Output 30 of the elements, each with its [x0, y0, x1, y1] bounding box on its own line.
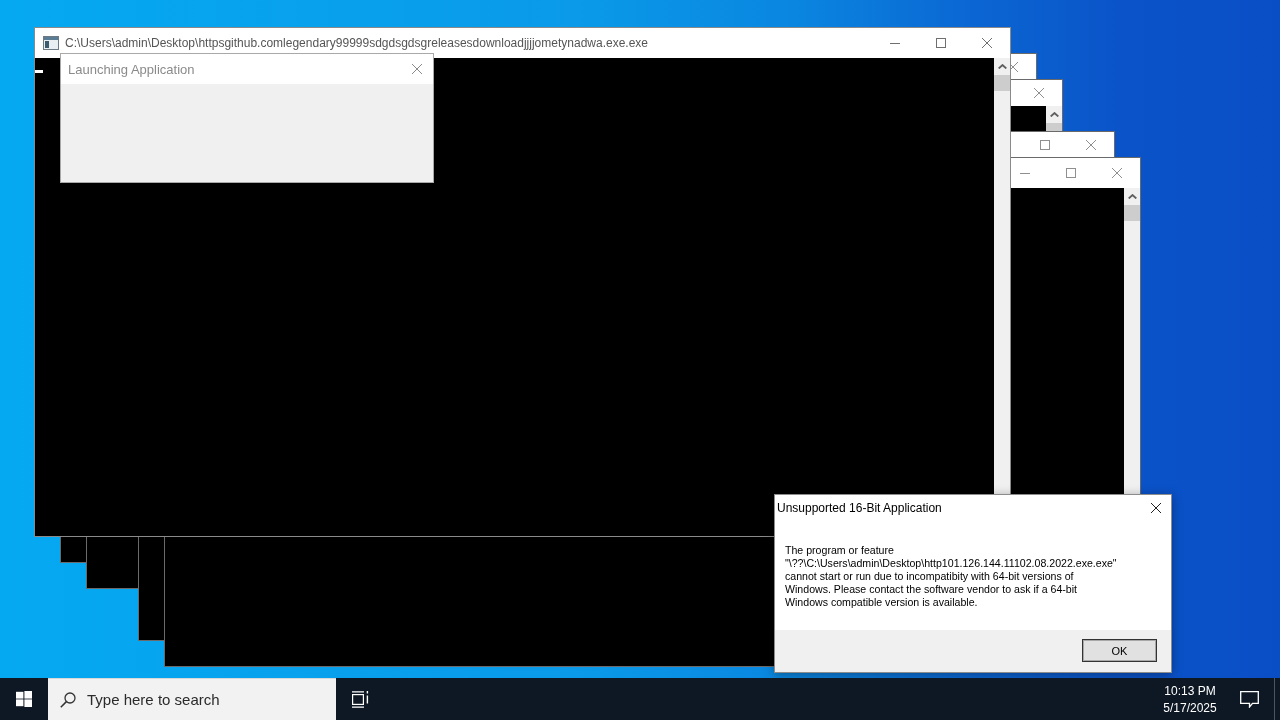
close-icon — [1112, 168, 1122, 178]
scrollbar-thumb[interactable] — [994, 75, 1010, 91]
console-window-icon — [43, 36, 59, 50]
maximize-icon[interactable] — [1040, 140, 1050, 150]
close-icon — [982, 38, 992, 48]
scroll-up-icon[interactable] — [997, 64, 1007, 69]
close-icon[interactable] — [1086, 140, 1096, 150]
scrollbar-thumb[interactable] — [1124, 205, 1140, 221]
windows-logo-icon — [16, 691, 32, 707]
scrollbar-thumb[interactable] — [1046, 123, 1062, 131]
dialog-title: Unsupported 16-Bit Application — [777, 501, 943, 515]
search-bar[interactable]: Type here to search — [48, 678, 336, 720]
minimize-icon — [890, 42, 900, 44]
scroll-up-icon[interactable] — [1049, 112, 1059, 117]
close-icon[interactable] — [1034, 88, 1044, 98]
search-icon — [60, 691, 76, 708]
task-view-icon — [351, 690, 369, 708]
maximize-icon — [936, 38, 946, 48]
notification-icon — [1239, 690, 1259, 708]
minimize-icon — [1020, 172, 1030, 174]
dialog-button[interactable]: OK — [1082, 639, 1157, 662]
close-icon — [412, 64, 422, 74]
search-field[interactable]: Type here to search — [87, 691, 336, 708]
dialog-message: The program or feature "\??\C:\Users\admin\Desktop\http101.126.144.11102.08.2022.exe.exe" cannot start or run due to incompatibity with 64-bit versions of Windows. Please contact the software vendor to ask if a 64-bit Windows compatible version is available. — [785, 544, 1118, 609]
window-title: C:\Users\admin\Desktop\httpsgithub.comlegendary99999sdgdsgdsgreleasesdownloadjjjjometynadwa.exe.exe — [64, 36, 649, 50]
scroll-up-icon[interactable] — [1127, 194, 1137, 199]
close-icon — [1151, 503, 1161, 513]
clock-button[interactable]: 10:13 PM 5/17/2025 — [1156, 678, 1224, 720]
dialog-title: Launching Application — [68, 61, 196, 77]
maximize-icon — [1066, 168, 1076, 178]
